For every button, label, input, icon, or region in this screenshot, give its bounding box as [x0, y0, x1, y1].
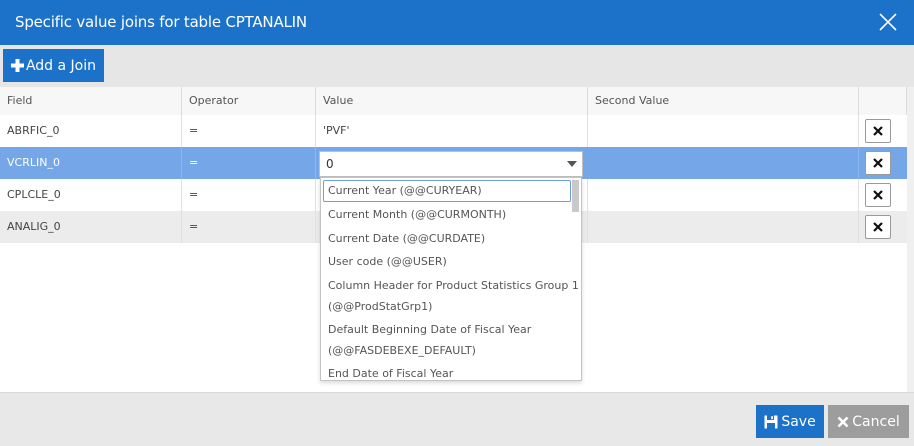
- dropdown-option[interactable]: Current Month (@@CURMONTH): [328, 208, 506, 221]
- dropdown-option[interactable]: Default Beginning Date of Fiscal Year: [328, 323, 531, 336]
- times-icon: [873, 222, 883, 232]
- column-header-value[interactable]: Value: [316, 87, 588, 115]
- field-cell[interactable]: VCRLIN_0: [0, 147, 182, 179]
- dialog-footer: Save Cancel: [0, 392, 914, 446]
- column-header-field[interactable]: Field: [0, 87, 182, 115]
- dropdown-scrollbar-thumb[interactable]: [572, 180, 579, 212]
- toolbar: Add a Join: [0, 45, 914, 88]
- dropdown-option[interactable]: Current Year (@@CURYEAR): [328, 184, 482, 197]
- floppy-icon: [764, 415, 778, 428]
- dropdown-option[interactable]: User code (@@USER): [328, 255, 447, 268]
- operator-cell[interactable]: =: [182, 211, 316, 243]
- save-label: Save: [781, 413, 816, 430]
- operator-cell[interactable]: =: [182, 115, 316, 147]
- delete-row-button[interactable]: [865, 151, 891, 175]
- dropdown-option[interactable]: Column Header for Product Statistics Gro…: [328, 279, 579, 292]
- dialog-title: Specific value joins for table CPTANALIN: [15, 13, 307, 31]
- field-cell[interactable]: CPLCLE_0: [0, 179, 182, 211]
- value-dropdown-list: Current Year (@@CURYEAR) Current Month (…: [320, 177, 582, 381]
- dropdown-option[interactable]: End Date of Fiscal Year: [328, 367, 453, 380]
- field-cell[interactable]: ABRFIC_0: [0, 115, 182, 147]
- close-icon[interactable]: [878, 12, 898, 32]
- dropdown-option[interactable]: Current Date (@@CURDATE): [328, 232, 485, 245]
- dropdown-option-continuation[interactable]: (@@ProdStatGrp1): [328, 300, 432, 313]
- operator-cell[interactable]: =: [182, 147, 316, 179]
- column-header-operator[interactable]: Operator: [182, 87, 316, 115]
- second-value-cell[interactable]: [588, 115, 859, 147]
- field-cell[interactable]: ANALIG_0: [0, 211, 182, 243]
- plus-icon: [10, 59, 24, 72]
- delete-row-button[interactable]: [865, 183, 891, 207]
- cancel-button[interactable]: Cancel: [828, 405, 909, 438]
- column-header-actions: [859, 87, 907, 115]
- title-bar: Specific value joins for table CPTANALIN: [0, 0, 914, 45]
- chevron-down-icon[interactable]: [566, 160, 578, 168]
- second-value-cell[interactable]: [588, 179, 859, 211]
- save-button[interactable]: Save: [756, 405, 824, 438]
- column-header-second-value[interactable]: Second Value: [588, 87, 859, 115]
- value-input-text: 0: [326, 157, 334, 171]
- second-value-cell[interactable]: [588, 211, 859, 243]
- dialog: Specific value joins for table CPTANALIN…: [0, 0, 914, 446]
- times-icon: [837, 416, 849, 427]
- operator-cell[interactable]: =: [182, 179, 316, 211]
- dropdown-option-continuation[interactable]: (@@FASDEBEXE_DEFAULT): [328, 344, 476, 357]
- add-join-button[interactable]: Add a Join: [3, 49, 104, 82]
- times-icon: [873, 190, 883, 200]
- cancel-label: Cancel: [852, 413, 900, 430]
- times-icon: [873, 126, 883, 136]
- grid-header: Field Operator Value Second Value: [0, 87, 914, 116]
- delete-row-button[interactable]: [865, 119, 891, 143]
- table-row[interactable]: ABRFIC_0 = 'PVF': [0, 115, 907, 147]
- second-value-cell[interactable]: [588, 147, 859, 179]
- delete-row-button[interactable]: [865, 215, 891, 239]
- grid-scrollbar[interactable]: [907, 87, 914, 392]
- add-join-label: Add a Join: [25, 57, 97, 74]
- times-icon: [873, 158, 883, 168]
- value-combobox[interactable]: 0: [319, 151, 583, 177]
- value-cell[interactable]: 'PVF': [316, 115, 588, 147]
